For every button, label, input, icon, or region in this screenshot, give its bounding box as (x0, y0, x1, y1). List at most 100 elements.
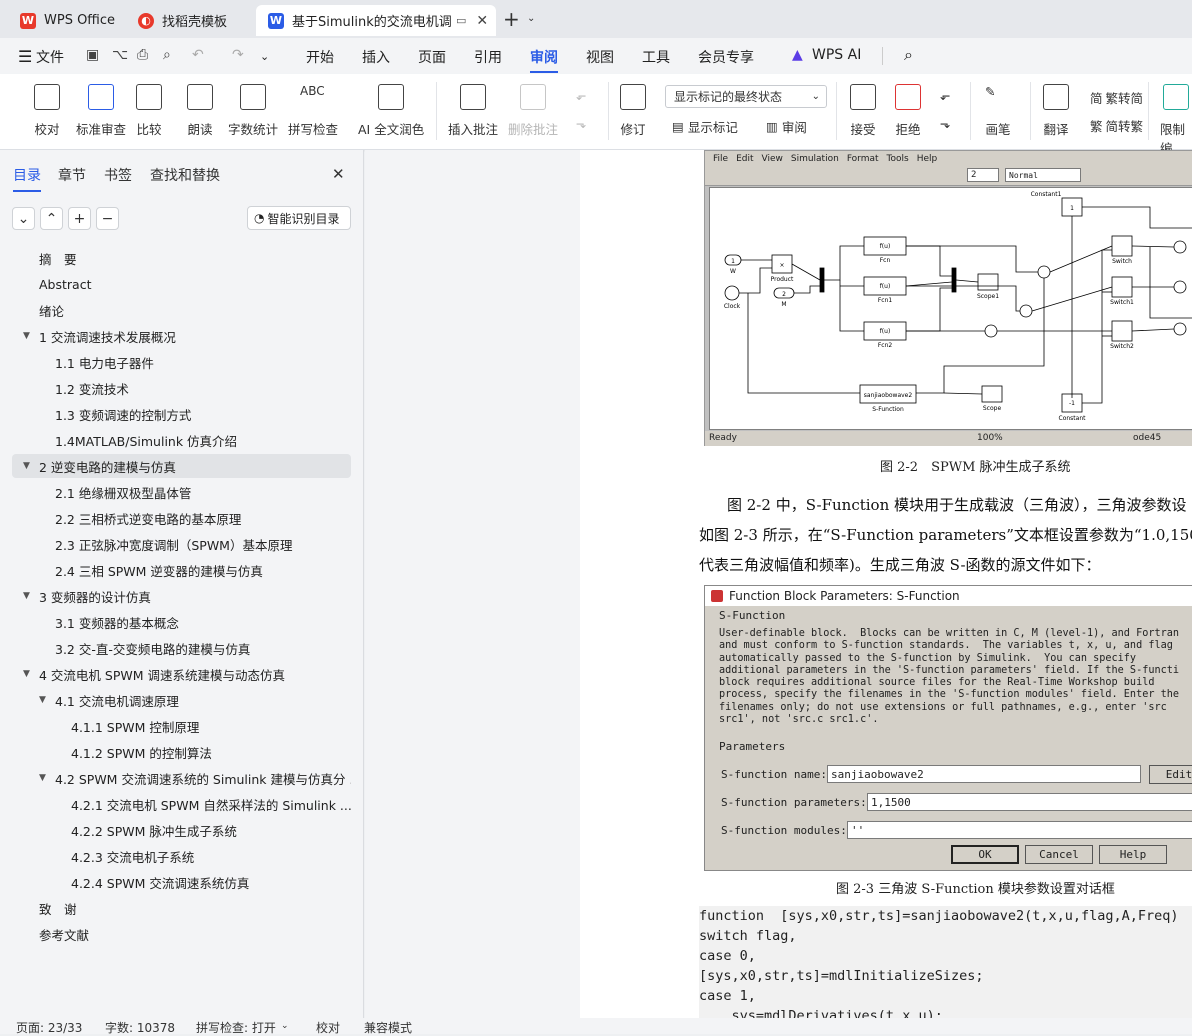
share-icon[interactable]: ⌥ (112, 47, 128, 63)
toc-item[interactable]: 1.4MATLAB/Simulink 仿真介绍 (12, 428, 351, 452)
close-tab-icon[interactable]: ✕ (476, 13, 488, 29)
sfunction-modules-input[interactable]: '' (847, 821, 1192, 839)
toc-item[interactable]: 1.1 电力电子器件 (12, 350, 351, 374)
more-chevron-icon[interactable]: ⌄ (260, 50, 269, 63)
undo-icon[interactable]: ↶ (192, 47, 204, 63)
close-pane-icon[interactable]: ✕ (332, 165, 345, 183)
tab-chapters[interactable]: 章节 (58, 165, 86, 185)
toc-item[interactable]: ▼ 4.1 交流电机调速原理 (12, 688, 351, 712)
expand-arrow-icon[interactable]: ▼ (23, 331, 30, 341)
search-icon[interactable]: ⌕ (904, 45, 913, 65)
to-simplified-button[interactable]: 繁简转繁 (1090, 116, 1143, 135)
toc-item[interactable]: 绪论 (12, 298, 351, 322)
toc-item[interactable]: 4.1.2 SPWM 的控制算法 (12, 740, 351, 764)
smart-toc-button[interactable]: ◔ 智能识别目录 (247, 206, 351, 230)
standard-review-button[interactable]: 标准审查 (76, 84, 126, 138)
menu-reference[interactable]: 引用 (474, 47, 502, 67)
word-count-indicator[interactable]: 字数: 10378 (105, 1019, 175, 1036)
add-heading-button[interactable]: + (68, 207, 91, 230)
word-count-button[interactable]: 字数统计 (228, 84, 278, 138)
toc-item[interactable]: 4.2.2 SPWM 脉冲生成子系统 (12, 818, 351, 842)
markup-state-select[interactable]: 显示标记的最终状态 ⌄ (665, 85, 827, 108)
toc-item[interactable]: 参考文献 (12, 922, 351, 946)
toc-item[interactable]: 2.3 正弦脉冲宽度调制（SPWM）基本原理 (12, 532, 351, 556)
expand-arrow-icon[interactable]: ▼ (23, 669, 30, 679)
proofread-button[interactable]: 校对 (34, 84, 60, 138)
toc-item[interactable]: 3.2 交-直-交变频电路的建模与仿真 (12, 636, 351, 660)
sfunction-name-input[interactable]: sanjiaobowave2 (827, 765, 1141, 783)
tab-current-document[interactable]: W 基于Simulink的交流电机调速 ▭ ✕ (256, 5, 496, 36)
toc-item[interactable]: 2.4 三相 SPWM 逆变器的建模与仿真 (12, 558, 351, 582)
chevron-down-icon[interactable]: ⌄ (527, 13, 535, 24)
menu-view[interactable]: 视图 (586, 47, 614, 67)
tab-wps-office[interactable]: W WPS Office (8, 5, 120, 36)
revise-button[interactable]: 修订 (620, 84, 646, 138)
toc-item[interactable]: ▼ 4.2 SPWM 交流调速系统的 Simulink 建模与仿真分 ... (12, 766, 351, 790)
edit-button[interactable]: Edit (1149, 765, 1192, 784)
toc-item[interactable]: ▼ 4 交流电机 SPWM 调速系统建模与动态仿真 (12, 662, 351, 686)
toc-item[interactable]: 4.2.3 交流电机子系统 (12, 844, 351, 868)
ai-polish-button[interactable]: AI 全文润色 (358, 84, 424, 138)
delete-comment-button[interactable]: 删除批注 (508, 84, 558, 138)
menu-member[interactable]: 会员专享 (698, 47, 754, 67)
toc-item[interactable]: 致 谢 (12, 896, 351, 920)
redo-icon[interactable]: ↷ (232, 47, 244, 63)
toc-item[interactable]: ▼ 3 变频器的设计仿真 (12, 584, 351, 608)
menu-file[interactable]: 文件 (36, 47, 64, 67)
expand-arrow-icon[interactable]: ▼ (39, 773, 46, 783)
new-tab-plus-icon[interactable]: + (503, 7, 520, 31)
toc-item[interactable]: ▼ 2 逆变电路的建模与仿真 (12, 454, 351, 478)
menu-start[interactable]: 开始 (306, 47, 334, 67)
to-traditional-button[interactable]: 简繁转简 (1090, 88, 1143, 107)
toc-item[interactable]: 3.1 变频器的基本概念 (12, 610, 351, 634)
hamburger-icon[interactable]: ☰ (18, 47, 32, 66)
toc-item[interactable]: ▼ 1 交流调速技术发展概况 (12, 324, 351, 348)
tab-find-replace[interactable]: 查找和替换 (150, 165, 220, 185)
menu-tools[interactable]: 工具 (642, 47, 670, 67)
compare-button[interactable]: 比较 (136, 84, 162, 138)
review-pane-button[interactable]: ▥ 审阅 (766, 117, 807, 136)
remove-heading-button[interactable]: − (96, 207, 119, 230)
cancel-button[interactable]: Cancel (1025, 845, 1093, 864)
print-preview-icon[interactable]: ⌕ (163, 47, 171, 63)
reject-button[interactable]: 拒绝 (895, 84, 921, 138)
page-indicator[interactable]: 页面: 23/33 (16, 1019, 82, 1036)
save-icon[interactable]: ▣ (86, 47, 99, 63)
spell-check-indicator[interactable]: 拼写检查: 打开 (196, 1019, 276, 1036)
next-change-icon[interactable]: ⬎ (940, 116, 950, 131)
ok-button[interactable]: OK (951, 845, 1019, 864)
menu-insert[interactable]: 插入 (362, 47, 390, 67)
chevron-down-icon[interactable]: ⌄ (281, 1021, 289, 1031)
tab-bookmarks[interactable]: 书签 (104, 165, 132, 185)
next-comment-icon[interactable]: ⬎ (576, 116, 586, 131)
prev-comment-icon[interactable]: ⬐ (576, 88, 586, 103)
menu-wps-ai[interactable]: WPS AI (812, 47, 861, 63)
insert-comment-button[interactable]: 插入批注 (448, 84, 498, 138)
read-aloud-button[interactable]: 朗读 (187, 84, 213, 138)
proofread-indicator[interactable]: 校对 (316, 1019, 340, 1036)
expand-arrow-icon[interactable]: ▼ (39, 695, 46, 705)
tab-toc[interactable]: 目录 (13, 165, 41, 192)
toc-item[interactable]: 1.3 变频调速的控制方式 (12, 402, 351, 426)
screen-icon[interactable]: ▭ (456, 14, 466, 27)
prev-change-icon[interactable]: ⬐ (940, 88, 950, 103)
menu-review[interactable]: 审阅 (530, 47, 558, 73)
toc-item[interactable]: 4.2.4 SPWM 交流调速系统仿真 (12, 870, 351, 894)
menu-page[interactable]: 页面 (418, 47, 446, 67)
spell-check-button[interactable]: ABC 拼写检查 (288, 84, 338, 138)
help-button[interactable]: Help (1099, 845, 1167, 864)
expand-arrow-icon[interactable]: ▼ (23, 461, 30, 471)
ink-button[interactable]: ✎ 画笔 (985, 84, 1011, 138)
sfunction-params-input[interactable]: 1,1500 (867, 793, 1192, 811)
accept-button[interactable]: 接受 (850, 84, 876, 138)
toc-item[interactable]: 4.2.1 交流电机 SPWM 自然采样法的 Simulink ... (12, 792, 351, 816)
collapse-all-button[interactable]: ⌄ (12, 207, 35, 230)
toc-item[interactable]: 1.2 变流技术 (12, 376, 351, 400)
toc-item[interactable]: 2.2 三相桥式逆变电路的基本原理 (12, 506, 351, 530)
expand-button[interactable]: ⌃ (40, 207, 63, 230)
toc-item[interactable]: 2.1 绝缘栅双极型晶体管 (12, 480, 351, 504)
toc-item[interactable]: 4.1.1 SPWM 控制原理 (12, 714, 351, 738)
tab-daoke-templates[interactable]: ◐ 找稻壳模板 (126, 5, 250, 36)
print-icon[interactable]: ⎙ (137, 47, 148, 63)
toc-item[interactable]: Abstract (12, 272, 351, 296)
